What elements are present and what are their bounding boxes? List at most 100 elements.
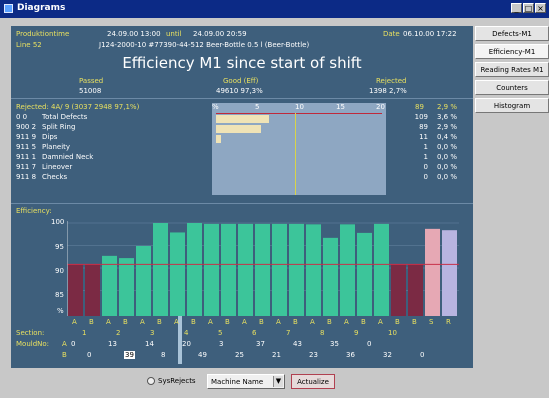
reject-count: 1: [423, 153, 428, 161]
efficiency-bar: [85, 264, 100, 316]
window-title: Diagrams: [17, 3, 66, 13]
efficiency-bar: [136, 245, 151, 316]
bar-label: B: [259, 318, 264, 326]
prod-time-from: 24.09.00 13:00: [107, 30, 161, 38]
bar-label: A: [174, 318, 179, 326]
y-tick: 85: [55, 291, 64, 299]
close-button[interactable]: ×: [535, 3, 546, 13]
reject-count: 0: [423, 163, 428, 171]
tab-counters[interactable]: Counters: [475, 80, 549, 95]
efficiency-bar: [442, 230, 457, 316]
divider: [11, 203, 473, 204]
tab-reading-rates-m1[interactable]: Reading Rates M1: [475, 62, 549, 77]
reject-pct: 2,9 %: [437, 123, 458, 131]
actualize-button[interactable]: Actualize: [291, 374, 335, 389]
reject-axis-tick: 10: [295, 103, 304, 111]
line-label: Line 52: [16, 41, 42, 49]
product-label: J124-2000-10 #77390-44-512 Beer-Bottle 0…: [99, 41, 310, 49]
tab-histogram[interactable]: Histogram: [475, 98, 549, 113]
reject-count: 11: [419, 133, 428, 141]
rejects-header-count: 89: [415, 103, 424, 111]
date-label: Date: [383, 30, 400, 38]
efficiency-bar: [272, 223, 287, 316]
efficiency-bar: [119, 258, 134, 316]
rejects-header: Rejected: 4A/ 9 (3037 2948 97,1%): [16, 103, 140, 111]
chevron-down-icon[interactable]: ▼: [273, 376, 283, 387]
efficiency-bar: [289, 223, 304, 316]
efficiency-bar: [170, 232, 185, 316]
efficiency-bar: [187, 223, 202, 316]
section-number: 7: [286, 329, 291, 337]
app-icon: [4, 4, 13, 13]
minimize-button[interactable]: _: [511, 3, 522, 13]
mould-number-a: 14: [145, 340, 154, 348]
mould-number-a: 0: [367, 340, 372, 348]
mould-number-b: 32: [383, 351, 392, 359]
mould-number-b: 23: [309, 351, 318, 359]
reject-code: 0 0: [16, 113, 28, 121]
passed-label: Passed: [79, 77, 104, 85]
date-value: 06.10.00 17:22: [403, 30, 457, 38]
bar-label: A: [378, 318, 383, 326]
reject-pct: 0,0 %: [437, 163, 458, 171]
reject-axis-tick: 20: [376, 103, 385, 111]
chart-title: Efficiency M1 since start of shift: [122, 54, 362, 72]
mould-number-a: 20: [182, 340, 191, 348]
bar-label: S: [429, 318, 434, 326]
y-tick: 100: [51, 218, 65, 226]
section-number: 3: [150, 329, 155, 337]
reject-axis-line: [216, 113, 382, 114]
reject-bar: [216, 115, 269, 123]
reject-code: 911 1: [16, 153, 37, 161]
until-label: until: [166, 30, 182, 38]
reject-bar: [216, 125, 262, 133]
machine-name-select[interactable]: Machine Name ▼: [207, 374, 285, 389]
section-number: 2: [116, 329, 121, 337]
reject-count: 109: [414, 113, 428, 121]
efficiency-bar: [340, 224, 355, 316]
bar-label: B: [225, 318, 230, 326]
mould-number-a: 35: [330, 340, 339, 348]
section-number: 10: [388, 329, 397, 337]
mould-row-b-label: B: [62, 351, 67, 359]
mould-number-a: 0: [71, 340, 76, 348]
bar-label: A: [140, 318, 145, 326]
bar-label: A: [310, 318, 315, 326]
sidebar: Defects-M1 Efficiency-M1 Reading Rates M1 C…: [475, 26, 549, 116]
rejected-label: Rejected: [376, 77, 407, 85]
efficiency-chart: [67, 221, 459, 316]
sysrejects-label: SysRejects: [158, 377, 196, 385]
reject-chart-area: % 5 10 15 20: [212, 103, 386, 195]
reject-code: 911 7: [16, 163, 37, 171]
good-label: Good (Eff): [223, 77, 259, 85]
passed-value: 51008: [79, 87, 102, 95]
sysrejects-radio[interactable]: [147, 377, 155, 385]
section-number: 4: [184, 329, 189, 337]
maximize-button[interactable]: □: [523, 3, 534, 13]
efficiency-bar: [204, 223, 219, 316]
efficiency-bar: [357, 232, 372, 316]
reject-limit-line: [295, 113, 296, 195]
prod-time-until: 24.09.00 20:59: [193, 30, 247, 38]
mould-number-a: 13: [108, 340, 117, 348]
bar-label: A: [72, 318, 77, 326]
mould-row-a-label: A: [62, 340, 67, 348]
section-number: 5: [218, 329, 223, 337]
reject-count: 1: [423, 143, 428, 151]
tab-defects-m1[interactable]: Defects-M1: [475, 26, 549, 41]
tab-efficiency-m1[interactable]: Efficiency-M1: [475, 44, 549, 59]
bar-label: B: [293, 318, 298, 326]
mould-number-a: 43: [293, 340, 302, 348]
mould-number-b: 49: [198, 351, 207, 359]
bar-label: B: [191, 318, 196, 326]
reject-pct: 0,0 %: [437, 153, 458, 161]
efficiency-bar: [306, 224, 321, 316]
section-number: 8: [320, 329, 325, 337]
prod-time-label: Produktiontime: [16, 30, 70, 38]
efficiency-bar: [153, 223, 168, 316]
reject-count: 0: [423, 173, 428, 181]
reject-pct: 0,0 %: [437, 143, 458, 151]
reject-count: 89: [419, 123, 428, 131]
efficiency-bar: [68, 264, 83, 316]
mould-label: MouldNo:: [16, 340, 50, 348]
